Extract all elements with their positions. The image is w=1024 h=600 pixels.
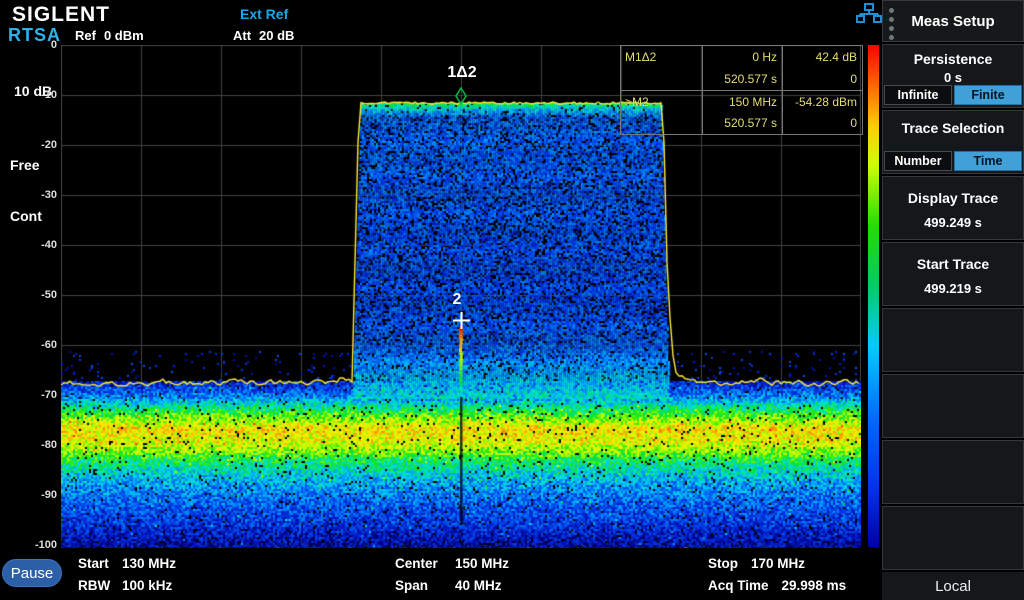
rbw-field: RBW 100 kHz <box>78 578 172 593</box>
center-value: 150 MHz <box>455 556 509 571</box>
menu-item-display-trace[interactable]: Display Trace 499.249 s <box>882 176 1024 240</box>
marker-cell: 520.577 s <box>702 112 782 134</box>
span-value: 40 MHz <box>455 578 502 593</box>
start-freq-field: Start 130 MHz <box>78 556 176 571</box>
y-tick: -100 <box>17 539 57 551</box>
y-tick: -10 <box>17 89 57 101</box>
rbw-label: RBW <box>78 578 122 593</box>
marker-cell: 520.577 s <box>702 68 782 90</box>
ext-ref-status: Ext Ref <box>240 6 288 22</box>
att-label: Att <box>233 28 251 43</box>
marker-readout-table: M1Δ2 0 Hz 42.4 dB 520.577 s 0 >M2 150 MH… <box>620 45 863 135</box>
y-tick: 0 <box>17 39 57 51</box>
marker-row-label <box>621 112 702 134</box>
display-trace-title: Display Trace <box>908 190 998 206</box>
attenuation-field: Att 20 dB <box>233 28 294 43</box>
y-tick: -80 <box>17 439 57 451</box>
menu-header[interactable]: Meas Setup <box>882 0 1024 42</box>
trace-selection-title: Trace Selection <box>902 120 1005 136</box>
persistence-infinite-button[interactable]: Infinite <box>884 85 952 105</box>
delta-marker-label: 1Δ2 <box>445 64 479 82</box>
acq-value: 29.998 ms <box>782 578 847 593</box>
start-trace-title: Start Trace <box>917 256 989 272</box>
y-tick: -50 <box>17 289 57 301</box>
start-label: Start <box>78 556 122 571</box>
marker-row-label: M1Δ2 <box>621 46 702 68</box>
trigger-mode-label: Free <box>10 157 40 173</box>
acq-time-field: Acq Time 29.998 ms <box>708 578 846 593</box>
stop-label: Stop <box>708 556 738 571</box>
display-trace-value: 499.249 s <box>924 215 982 230</box>
marker2-label: 2 <box>448 291 466 309</box>
menu-item-empty-3[interactable] <box>882 440 1024 504</box>
marker-cell: 150 MHz <box>702 90 782 112</box>
menu-item-empty-2[interactable] <box>882 374 1024 438</box>
marker-cell: 42.4 dB <box>782 46 862 68</box>
span-field: Span 40 MHz <box>395 578 502 593</box>
trace-selection-time-button[interactable]: Time <box>954 151 1022 171</box>
y-tick: -60 <box>17 339 57 351</box>
ref-value: 0 dBm <box>104 28 144 43</box>
side-menu: Meas Setup Persistence 0 s Infinite Fini… <box>882 0 1024 600</box>
y-tick: -90 <box>17 489 57 501</box>
center-label: Center <box>395 556 455 571</box>
center-freq-field: Center 150 MHz <box>395 556 509 571</box>
y-tick: -40 <box>17 239 57 251</box>
marker-cell: -54.28 dBm <box>782 90 862 112</box>
density-colorbar <box>868 45 879 547</box>
y-tick: -30 <box>17 189 57 201</box>
marker2-cross-icon[interactable] <box>452 311 471 335</box>
trace-selection-number-button[interactable]: Number <box>884 151 952 171</box>
span-label: Span <box>395 578 455 593</box>
siglent-logo: SIGLENT <box>12 3 110 27</box>
rbw-value: 100 kHz <box>122 578 172 593</box>
persistence-title: Persistence <box>914 51 993 67</box>
persistence-finite-button[interactable]: Finite <box>954 85 1022 105</box>
menu-item-start-trace[interactable]: Start Trace 499.219 s <box>882 242 1024 306</box>
start-value: 130 MHz <box>122 556 176 571</box>
y-tick: -70 <box>17 389 57 401</box>
stop-freq-field: Stop 170 MHz <box>708 556 805 571</box>
start-trace-value: 499.219 s <box>924 281 982 296</box>
att-value: 20 dB <box>259 28 294 43</box>
menu-item-persistence[interactable]: Persistence 0 s Infinite Finite <box>882 44 1024 108</box>
lan-network-icon[interactable] <box>856 3 882 29</box>
marker-cell: 0 Hz <box>702 46 782 68</box>
acq-label: Acq Time <box>708 578 769 593</box>
rtsa-screen: SIGLENT Ext Ref RTSA Ref 0 dBm Att 20 dB… <box>0 0 1024 600</box>
y-tick: -20 <box>17 139 57 151</box>
marker-cell: 0 <box>782 112 862 134</box>
marker1-diamond-icon[interactable] <box>455 87 467 110</box>
marker-row-label: >M2 <box>621 90 702 112</box>
marker-row-label <box>621 68 702 90</box>
persistence-value: 0 s <box>944 70 962 85</box>
ref-label: Ref <box>75 28 96 43</box>
sweep-mode-label: Cont <box>10 208 42 224</box>
ref-level-field: Ref 0 dBm <box>75 28 144 43</box>
stop-value: 170 MHz <box>751 556 805 571</box>
pause-button[interactable]: Pause <box>2 559 62 587</box>
menu-item-empty-4[interactable] <box>882 506 1024 570</box>
menu-item-empty-1[interactable] <box>882 308 1024 372</box>
local-button[interactable]: Local <box>882 572 1024 600</box>
menu-item-trace-selection[interactable]: Trace Selection Number Time <box>882 110 1024 174</box>
menu-grip-dots-icon <box>889 8 894 40</box>
marker-cell: 0 <box>782 68 862 90</box>
menu-title: Meas Setup <box>911 13 994 30</box>
